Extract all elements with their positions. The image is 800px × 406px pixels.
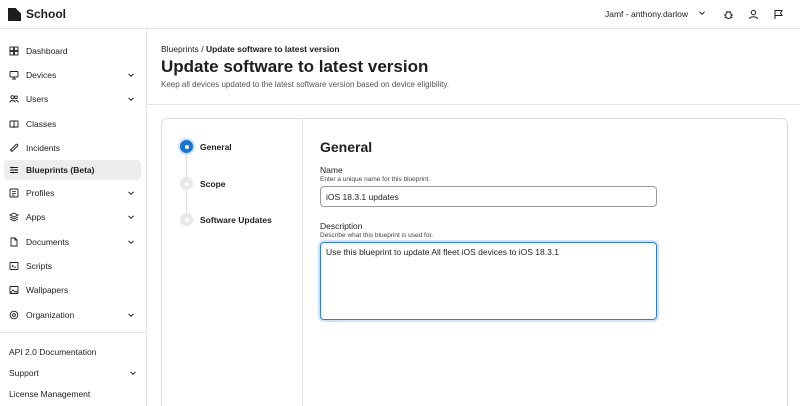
app-logo[interactable]: School [8, 7, 66, 21]
sidebar-divider [0, 332, 147, 333]
breadcrumb-parent-link[interactable]: Blueprints [161, 44, 199, 54]
organization-icon [9, 310, 19, 320]
sidebar-link-support-label: Support [9, 368, 39, 378]
incidents-icon [9, 143, 19, 153]
sidebar-item-label: Dashboard [26, 46, 68, 56]
documents-icon [9, 237, 19, 247]
chevron-down-icon [127, 311, 135, 321]
form-section-title: General [320, 139, 373, 155]
chevron-down-icon [127, 213, 135, 223]
sidebar-item-apps[interactable]: Apps [4, 207, 141, 227]
step-software-updates[interactable]: Software Updates [180, 213, 272, 226]
breadcrumb: Blueprints / Update software to latest v… [161, 44, 340, 54]
sidebar-item-blueprints-beta[interactable]: Blueprints (Beta) [4, 160, 141, 180]
sidebar-item-label: Documents [26, 237, 69, 247]
wallpapers-icon [9, 285, 19, 295]
chevron-down-icon [129, 369, 137, 379]
sidebar-item-label: Wallpapers [26, 285, 69, 295]
breadcrumb-separator: / [201, 44, 204, 54]
sidebar-item-label: Blueprints (Beta) [26, 165, 95, 175]
scripts-icon [9, 261, 19, 271]
sidebar-item-wallpapers[interactable]: Wallpapers [4, 280, 141, 300]
sidebar-item-dashboard[interactable]: Dashboard [4, 41, 141, 61]
dashboard-icon [9, 46, 19, 56]
description-field-label: Description [320, 221, 363, 231]
sidebar-link-license-management[interactable]: License Management [9, 389, 90, 399]
step-indicator-icon [180, 177, 193, 190]
app-name: School [26, 7, 67, 21]
sidebar-item-label: Devices [26, 70, 57, 80]
description-textarea[interactable]: Use this blueprint to update All fleet i… [320, 242, 657, 320]
sidebar-item-label: Scripts [26, 261, 52, 271]
step-scope-label: Scope [200, 178, 226, 189]
sidebar-item-profiles[interactable]: Profiles [4, 183, 141, 203]
chevron-down-icon [127, 95, 135, 105]
chevron-down-icon [127, 189, 135, 199]
flag-icon[interactable] [771, 7, 785, 21]
sidebar-item-incidents[interactable]: Incidents [4, 138, 141, 158]
page-subtitle: Keep all devices updated to the latest s… [161, 80, 450, 89]
account-menu[interactable]: Jamf - anthony.darlow [605, 9, 706, 19]
devices-icon [9, 70, 19, 80]
sidebar-item-documents[interactable]: Documents [4, 232, 141, 252]
name-field-label: Name [320, 165, 343, 175]
step-indicator-icon [180, 213, 193, 226]
chevron-down-icon [127, 71, 135, 81]
sidebar-item-organization[interactable]: Organization [4, 305, 141, 325]
name-input[interactable] [320, 186, 657, 207]
users-icon [9, 94, 19, 104]
description-field-help: Describe what this blueprint is used for… [320, 232, 434, 239]
sidebar-item-label: Users [26, 94, 49, 104]
apps-icon [9, 212, 19, 222]
blueprint-form-card: General Scope Software Updates General N… [161, 118, 788, 406]
classes-icon [9, 119, 19, 129]
profiles-icon [9, 188, 19, 198]
steps-divider [302, 119, 303, 406]
breadcrumb-current: Update software to latest version [205, 44, 340, 54]
sidebar-item-label: Profiles [26, 188, 55, 198]
sidebar-item-label: Incidents [26, 143, 61, 153]
jamf-logo-icon [8, 7, 21, 21]
sidebar: Dashboard Devices Users Classes Incidents Blu… [0, 30, 147, 406]
sidebar-item-users[interactable]: Users [4, 89, 141, 109]
step-scope[interactable]: Scope [180, 177, 226, 190]
header-divider [147, 104, 800, 105]
sidebar-item-classes[interactable]: Classes [4, 114, 141, 134]
step-software-updates-label: Software Updates [200, 214, 272, 225]
page-title: Update software to latest version [161, 57, 429, 76]
sidebar-item-label: Classes [26, 119, 57, 129]
account-label: Jamf - anthony.darlow [605, 9, 688, 19]
user-icon[interactable] [746, 7, 760, 21]
bug-icon[interactable] [721, 7, 735, 21]
sidebar-item-label: Apps [26, 212, 46, 222]
top-bar: School Jamf - anthony.darlow [0, 0, 800, 29]
chevron-down-icon [698, 9, 706, 19]
step-general-label: General [200, 141, 232, 152]
chevron-down-icon [127, 238, 135, 248]
blueprints-icon [9, 165, 19, 175]
sidebar-item-label: Organization [26, 310, 75, 320]
sidebar-item-devices[interactable]: Devices [4, 65, 141, 85]
step-connector [186, 154, 187, 177]
sidebar-link-support[interactable]: Support [9, 368, 137, 378]
step-connector [186, 191, 187, 214]
sidebar-item-scripts[interactable]: Scripts [4, 256, 141, 276]
step-active-indicator-icon [180, 140, 193, 153]
name-field-help: Enter a unique name for this blueprint. [320, 176, 431, 183]
sidebar-link-api-docs[interactable]: API 2.0 Documentation [9, 347, 96, 357]
step-general[interactable]: General [180, 140, 232, 153]
